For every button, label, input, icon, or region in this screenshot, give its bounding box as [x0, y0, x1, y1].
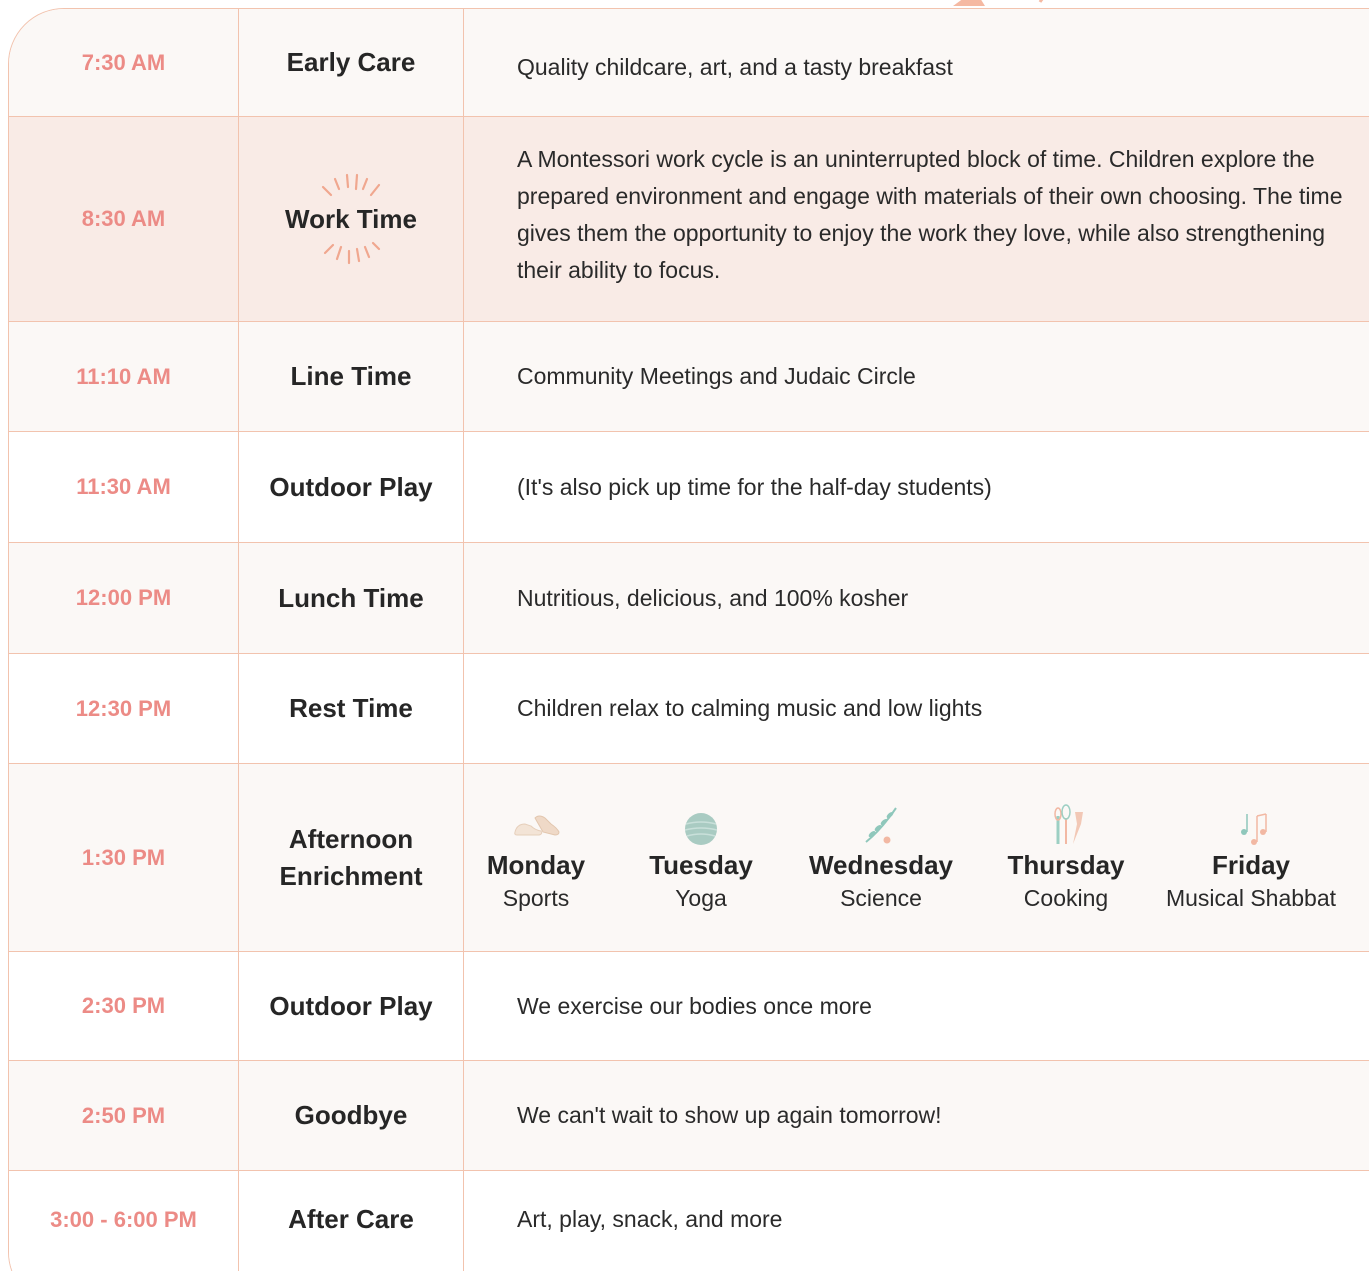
enrichment-day-name: Monday	[486, 849, 586, 880]
enrichment-day-name: Friday	[1211, 849, 1291, 880]
enrichment-week: Monday Sports Tuesday Yoga Wednesday Sci…	[464, 764, 1369, 951]
schedule-time: 8:30 AM	[9, 117, 239, 321]
schedule-activity-name: Work Time	[285, 203, 417, 234]
schedule-time: 12:30 PM	[9, 654, 239, 763]
enrichment-day-friday: Friday Musical Shabbat	[1141, 802, 1361, 914]
schedule-row: 12:00 PM Lunch Time Nutritious, deliciou…	[9, 543, 1369, 654]
enrichment-day-name: Tuesday	[649, 849, 753, 880]
schedule-activity-cell: Work Time	[239, 117, 464, 321]
schedule-description: We exercise our bodies once more	[517, 992, 872, 1019]
schedule-time: 12:00 PM	[9, 543, 239, 653]
schedule-row: 1:30 PM Afternoon Enrichment Monday Spor…	[9, 764, 1369, 952]
sneakers-icon	[514, 815, 560, 836]
enrichment-day-tuesday: Tuesday Yoga	[611, 802, 791, 914]
yoga-ball-icon	[684, 812, 718, 845]
enrichment-activity: Musical Shabbat	[1165, 884, 1337, 911]
daily-schedule-table: 7:30 AM Early Care Quality childcare, ar…	[8, 8, 1369, 1271]
schedule-activity-name: Lunch Time	[239, 543, 464, 653]
schedule-row: 11:30 AM Outdoor Play (It's also pick up…	[9, 432, 1369, 543]
schedule-activity-name: Rest Time	[239, 654, 464, 763]
schedule-description: Community Meetings and Judaic Circle	[517, 363, 916, 389]
schedule-activity-name: Goodbye	[239, 1061, 464, 1170]
enrichment-day-monday: Monday Sports	[446, 802, 626, 914]
schedule-description: (It's also pick up time for the half-day…	[517, 473, 992, 500]
enrichment-day-name: Wednesday	[808, 849, 953, 880]
schedule-time: 11:30 AM	[9, 432, 239, 542]
schedule-row: 7:30 AM Early Care Quality childcare, ar…	[9, 9, 1369, 117]
enrichment-day-name: Thursday	[1007, 849, 1125, 880]
schedule-description: Nutritious, delicious, and 100% kosher	[517, 584, 909, 611]
schedule-activity-name: Afternoon Enrichment	[239, 764, 464, 951]
schedule-time: 1:30 PM	[9, 764, 239, 951]
schedule-row: 11:10 AM Line Time Community Meetings an…	[9, 322, 1369, 432]
kitchen-utensils-icon	[1054, 803, 1083, 844]
enrichment-activity: Sports	[502, 884, 570, 911]
schedule-row: 12:30 PM Rest Time Children relax to cal…	[9, 654, 1369, 764]
schedule-row: 2:50 PM Goodbye We can't wait to show up…	[9, 1061, 1369, 1171]
schedule-time: 3:00 - 6:00 PM	[9, 1171, 239, 1271]
schedule-activity-name: After Care	[239, 1171, 464, 1271]
schedule-description: Art, play, snack, and more	[517, 1206, 783, 1232]
schedule-time: 11:10 AM	[9, 322, 239, 431]
enrichment-activity: Yoga	[675, 884, 727, 911]
enrichment-activity: Science	[840, 884, 922, 911]
schedule-time: 7:30 AM	[9, 9, 239, 116]
schedule-activity-name: Outdoor Play	[239, 432, 464, 542]
enrichment-day-wednesday: Wednesday Science	[786, 802, 976, 914]
schedule-row: 3:00 - 6:00 PM After Care Art, play, sna…	[9, 1171, 1369, 1271]
schedule-description: A Montessori work cycle is an uninterrup…	[517, 146, 1343, 283]
schedule-description: Quality childcare, art, and a tasty brea…	[517, 54, 953, 80]
schedule-activity-name: Early Care	[239, 9, 464, 116]
schedule-time: 2:50 PM	[9, 1061, 239, 1170]
schedule-time: 2:30 PM	[9, 952, 239, 1060]
schedule-description: We can't wait to show up again tomorrow!	[517, 1102, 942, 1128]
schedule-row: 8:30 AM Work Time A Montessori work cycl…	[9, 117, 1369, 322]
enrichment-day-thursday: Thursday Cooking	[976, 802, 1156, 914]
schedule-activity-name: Outdoor Play	[239, 952, 464, 1060]
schedule-activity-name: Line Time	[239, 322, 464, 431]
schedule-description: Children relax to calming music and low …	[517, 695, 983, 721]
plant-icon	[865, 806, 897, 843]
schedule-row: 2:30 PM Outdoor Play We exercise our bod…	[9, 952, 1369, 1061]
enrichment-activity: Cooking	[1023, 884, 1109, 911]
music-notes-icon	[1241, 812, 1267, 845]
